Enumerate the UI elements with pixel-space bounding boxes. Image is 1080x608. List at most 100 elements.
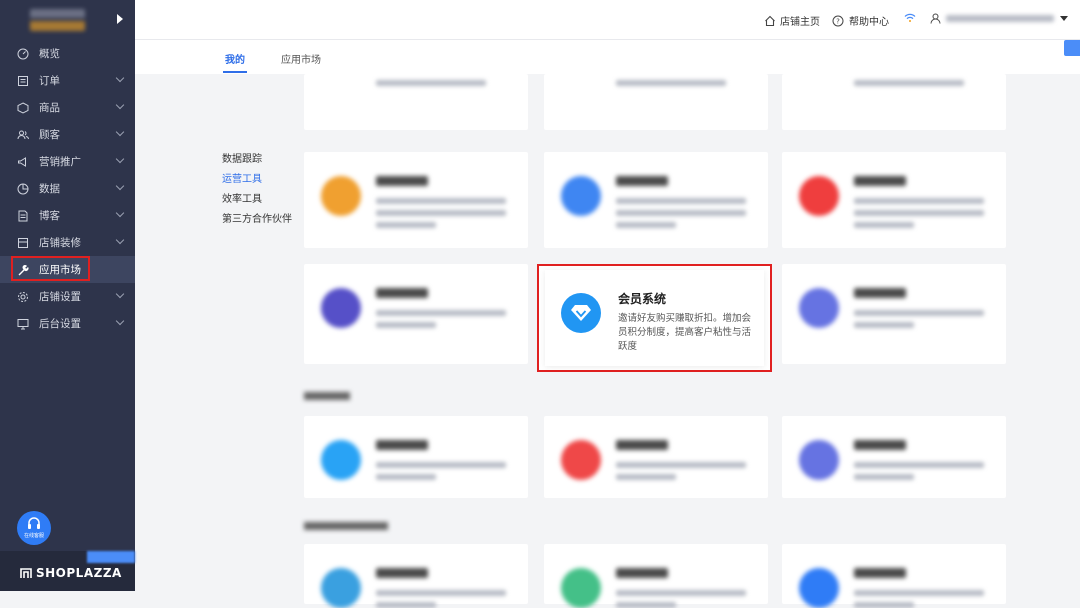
help-icon: ? (832, 15, 844, 26)
category-third-party[interactable]: 第三方合作伙伴 (222, 210, 292, 230)
sidebar-item[interactable]: 营销推广 (0, 148, 135, 175)
app-card[interactable] (544, 416, 768, 498)
sidebar-item-label: 博客 (39, 210, 60, 222)
account-menu[interactable] (930, 13, 1068, 24)
help-center-link[interactable]: ? 帮助中心 (832, 13, 889, 28)
app-icon (799, 568, 839, 608)
app-title (854, 440, 906, 450)
tab-mine[interactable]: 我的 (225, 51, 245, 66)
svg-text:?: ? (836, 17, 840, 25)
category-data-tracking[interactable]: 数据跟踪 (222, 150, 292, 170)
gear-icon (17, 291, 29, 303)
app-icon (321, 440, 361, 480)
sidebar-item-label: 后台设置 (39, 318, 81, 330)
collapse-arrow-icon[interactable] (117, 14, 123, 24)
help-center-label: 帮助中心 (849, 17, 889, 28)
app-card[interactable] (304, 416, 528, 498)
chevron-down-icon (115, 154, 125, 164)
app-description-line (376, 198, 506, 204)
wifi-icon (904, 13, 916, 22)
app-description-line (376, 474, 436, 480)
app-title (616, 568, 668, 578)
sidebar-item[interactable]: 顾客 (0, 121, 135, 148)
chevron-down-icon (115, 289, 125, 299)
app-title (854, 176, 906, 186)
app-card[interactable] (304, 264, 528, 364)
sidebar-item[interactable]: 概览 (0, 40, 135, 67)
app-card[interactable] (782, 416, 1006, 498)
store-home-link[interactable]: 店铺主页 (764, 13, 820, 28)
app-icon (561, 440, 601, 480)
app-card[interactable] (782, 544, 1006, 608)
app-description-line (854, 602, 914, 608)
app-title: 会员系统 (618, 292, 667, 306)
app-title (376, 288, 428, 298)
app-title (616, 176, 668, 186)
box-icon (17, 101, 29, 114)
app-description-line (376, 462, 506, 468)
diamond-icon (561, 293, 601, 333)
app-title (854, 568, 906, 578)
app-icon (799, 176, 839, 216)
app-card[interactable] (544, 152, 768, 248)
chevron-down-icon (115, 181, 125, 191)
app-description-line (854, 474, 914, 480)
section-label (304, 392, 350, 400)
home-icon (765, 15, 775, 26)
support-label: 在线客服 (23, 533, 44, 539)
sidebar-item[interactable]: 商品 (0, 94, 135, 121)
chevron-down-icon (115, 235, 125, 245)
chevron-down-icon (115, 127, 125, 137)
app-title (854, 288, 906, 298)
sidebar-item-label: 概览 (39, 48, 60, 60)
app-card[interactable] (782, 152, 1006, 248)
app-description-line (854, 210, 984, 216)
sidebar-item[interactable]: 店铺设置 (0, 283, 135, 310)
support-button[interactable]: 在线客服 (17, 511, 51, 545)
store-switcher[interactable] (0, 0, 135, 40)
shoplazza-icon (20, 567, 32, 578)
wifi-indicator[interactable] (904, 13, 916, 23)
document-icon (17, 210, 29, 222)
dashboard-icon (17, 48, 29, 60)
account-email (946, 15, 1054, 22)
app-card[interactable] (782, 264, 1006, 364)
app-description-line (616, 198, 746, 204)
app-description-line (854, 322, 914, 328)
sidebar-item-label: 顾客 (39, 129, 60, 141)
category-efficiency-tools[interactable]: 效率工具 (222, 190, 292, 210)
version-tag (87, 551, 135, 563)
app-card[interactable] (782, 74, 1006, 130)
sidebar-item-label: 店铺装修 (39, 237, 81, 249)
app-card[interactable] (304, 544, 528, 608)
category-list: 数据跟踪 运营工具 效率工具 第三方合作伙伴 (222, 150, 292, 230)
sidebar-item[interactable]: 后台设置 (0, 310, 135, 337)
app-description-line (854, 80, 964, 86)
category-operation-tools[interactable]: 运营工具 (222, 170, 292, 190)
headset-icon (28, 517, 40, 529)
app-card[interactable] (304, 74, 528, 130)
app-card[interactable] (304, 152, 528, 248)
sidebar-item[interactable]: 订单 (0, 67, 135, 94)
tab-app-market[interactable]: 应用市场 (281, 51, 321, 66)
brand-bar: SHOPLAZZA (0, 551, 135, 591)
sidebar-item[interactable]: 数据 (0, 175, 135, 202)
app-icon (799, 288, 839, 328)
sidebar-item-label: 数据 (39, 183, 60, 195)
floating-widget-button[interactable] (1064, 40, 1080, 56)
app-description-line (616, 462, 746, 468)
app-card[interactable] (544, 74, 768, 130)
app-card[interactable] (544, 544, 768, 608)
app-icon (561, 568, 601, 608)
sidebar-item-label: 订单 (39, 75, 60, 87)
order-icon (17, 75, 29, 87)
sidebar-item[interactable]: 店铺装修 (0, 229, 135, 256)
sidebar-item-label: 营销推广 (39, 156, 81, 168)
megaphone-icon (17, 156, 29, 168)
app-card-inner: 会员系统 邀请好友购买赚取折扣。增加会员积分制度，提高客户粘性与活跃度 (545, 270, 764, 366)
section-label (304, 522, 388, 530)
chart-pie-icon (17, 183, 29, 195)
sidebar-item[interactable]: 博客 (0, 202, 135, 229)
chevron-down-icon (115, 100, 125, 110)
app-card-membership[interactable]: 会员系统 邀请好友购买赚取折扣。增加会员积分制度，提高客户粘性与活跃度 (537, 264, 772, 372)
